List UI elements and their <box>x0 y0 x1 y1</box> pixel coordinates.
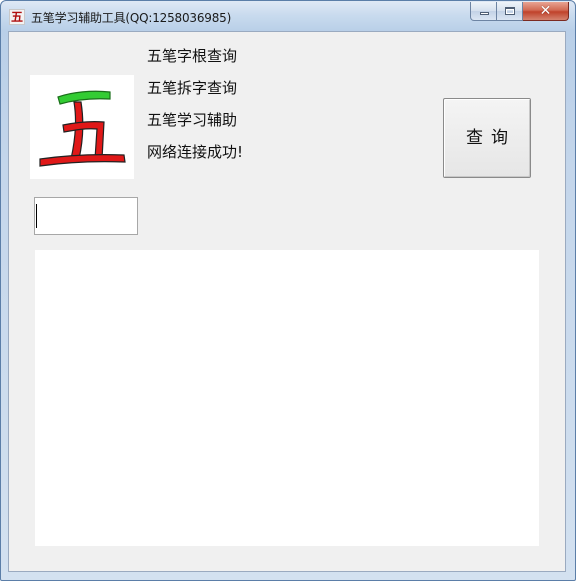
app-icon: 五 <box>9 9 25 25</box>
minimize-icon <box>480 12 489 15</box>
wubi-logo-graphic <box>39 90 126 167</box>
maximize-button[interactable] <box>497 2 523 21</box>
text-caret <box>36 204 37 228</box>
menu-item-char-split-lookup[interactable]: 五笔拆字查询 <box>147 78 237 98</box>
minimize-button[interactable] <box>470 2 497 21</box>
menu-item-study-assist[interactable]: 五笔学习辅助 <box>147 110 237 130</box>
query-button[interactable]: 查询 <box>443 98 531 178</box>
close-icon: ✕ <box>539 3 552 19</box>
window-title: 五笔学习辅助工具(QQ:1258036985) <box>31 11 232 25</box>
result-area[interactable] <box>35 250 539 546</box>
client-area: 五笔字根查询 五笔拆字查询 五笔学习辅助 网络连接成功! 查询 <box>8 31 566 572</box>
title-bar[interactable]: 五 五笔学习辅助工具(QQ:1258036985) ✕ <box>1 1 575 31</box>
logo-top-stroke <box>57 90 111 105</box>
connection-status: 网络连接成功! <box>147 143 244 161</box>
logo-bottom-stroke <box>39 154 126 167</box>
search-input[interactable] <box>34 197 138 235</box>
close-button[interactable]: ✕ <box>523 2 569 21</box>
maximize-icon <box>505 7 515 15</box>
caption-buttons: ✕ <box>470 2 569 22</box>
menu-item-radical-lookup[interactable]: 五笔字根查询 <box>147 46 237 66</box>
logo-hook-stroke <box>62 121 105 160</box>
app-window: 五 五笔学习辅助工具(QQ:1258036985) ✕ 五笔字根查询 五笔拆字查… <box>0 0 576 581</box>
wubi-logo-icon <box>30 75 134 179</box>
